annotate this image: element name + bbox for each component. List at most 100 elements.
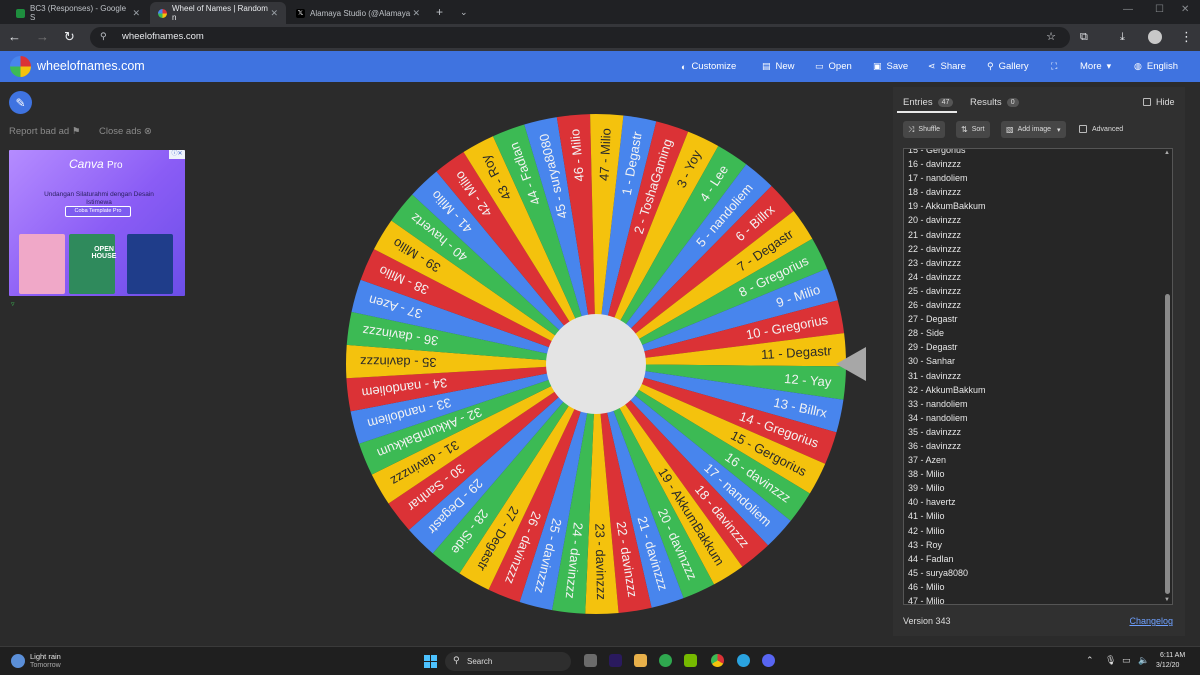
new-button[interactable]: ▤ New bbox=[762, 61, 795, 72]
browser-menu-icon[interactable]: ⋮ bbox=[1180, 29, 1193, 45]
tab-entries[interactable]: Entries 47 bbox=[903, 97, 954, 108]
telegram-icon[interactable] bbox=[737, 654, 750, 667]
entry-line: 28 - Side bbox=[908, 328, 945, 339]
site-info-icon[interactable]: ⚲ bbox=[100, 31, 107, 42]
weather-text[interactable]: Light rain bbox=[30, 652, 61, 661]
entries-list: 15 - Gergorius 16 - davinzzz 17 - nandolie… bbox=[908, 149, 1158, 605]
wheel-segment-label: 23 - davinzzz bbox=[592, 523, 609, 600]
new-tab-icon[interactable]: + bbox=[436, 4, 443, 20]
entry-line: 16 - davinzzz bbox=[908, 159, 962, 170]
download-icon[interactable]: ⤓ bbox=[1120, 29, 1125, 45]
site-header: wheelofnames.com ◐ Customize ▤ New ▭ Open ▣… bbox=[0, 51, 1200, 82]
window-close-icon[interactable]: ✕ bbox=[1181, 4, 1189, 15]
wheel[interactable]: 1 - Degastr2 - ToshaGaming3 - Yoy4 - Lee… bbox=[0, 82, 880, 646]
results-count-badge: 0 bbox=[1006, 98, 1019, 107]
entry-line: 46 - Milio bbox=[908, 581, 945, 592]
forward-icon[interactable]: → bbox=[36, 29, 49, 45]
url-text: wheelofnames.com bbox=[122, 31, 204, 42]
taskbar: Light rain Tomorrow ⚲ Search ⌃ 🎙 ▭ 🔈 6:1… bbox=[0, 646, 1200, 675]
entry-line: 26 - davinzzz bbox=[908, 300, 962, 311]
back-icon[interactable]: ← bbox=[8, 29, 21, 45]
scroll-down-icon[interactable]: ▼ bbox=[1164, 597, 1170, 603]
entry-line: 17 - nandoliem bbox=[908, 173, 968, 184]
minimize-icon[interactable]: — bbox=[1123, 4, 1133, 15]
close-icon[interactable]: ✕ bbox=[270, 8, 278, 19]
chrome-icon[interactable] bbox=[711, 654, 724, 667]
close-icon[interactable]: ✕ bbox=[132, 8, 140, 19]
start-icon[interactable] bbox=[424, 655, 437, 668]
language-button[interactable]: ◍ English bbox=[1134, 61, 1178, 72]
tray-chevron-icon[interactable]: ⌃ bbox=[1086, 655, 1094, 666]
clock-time[interactable]: 6:11 AM bbox=[1160, 652, 1185, 659]
display-icon[interactable]: ▭ bbox=[1122, 655, 1131, 666]
site-title[interactable]: wheelofnames.com bbox=[37, 59, 145, 73]
fullscreen-icon: ⛶ bbox=[1051, 61, 1058, 71]
save-button[interactable]: ▣ Save bbox=[873, 61, 908, 72]
gallery-button[interactable]: ⚲ Gallery bbox=[987, 61, 1029, 72]
entry-line: 44 - Fadlan bbox=[908, 553, 954, 564]
reload-icon[interactable]: ↻ bbox=[64, 29, 75, 45]
tab-wheel-of-names[interactable]: Wheel of Names | Random n ✕ bbox=[150, 2, 286, 24]
customize-button[interactable]: ◐ Customize bbox=[681, 61, 736, 72]
discord-icon[interactable] bbox=[762, 654, 775, 667]
bookmark-star-icon[interactable]: ☆ bbox=[1046, 30, 1056, 43]
file-icon: ▤ bbox=[762, 61, 771, 71]
entry-line: 34 - nandoliem bbox=[908, 412, 968, 423]
tab-google-sheets[interactable]: BC3 (Responses) - Google S ✕ bbox=[8, 2, 148, 24]
save-icon: ▣ bbox=[873, 61, 882, 71]
address-bar[interactable]: ⚲ wheelofnames.com ☆ bbox=[90, 27, 1070, 48]
wheel-icon bbox=[158, 8, 167, 18]
version-label: Version 343 bbox=[903, 616, 951, 626]
palette-icon: ◐ bbox=[681, 61, 687, 72]
tab-results[interactable]: Results 0 bbox=[970, 97, 1019, 108]
changelog-link[interactable]: Changelog bbox=[1129, 616, 1173, 626]
x-icon: 𝕏 bbox=[296, 8, 305, 18]
nvidia-icon[interactable] bbox=[684, 654, 697, 667]
wheel-pointer bbox=[836, 347, 866, 381]
taskbar-search[interactable]: ⚲ Search bbox=[445, 652, 571, 671]
volume-icon[interactable]: 🔈 bbox=[1138, 655, 1149, 666]
share-button[interactable]: ⋖ Share bbox=[928, 61, 966, 72]
profile-avatar[interactable] bbox=[1148, 30, 1162, 44]
entry-line: 23 - davinzzz bbox=[908, 257, 962, 268]
tab-alamaya-studio[interactable]: 𝕏 Alamaya Studio (@Alamaya ✕ bbox=[288, 2, 428, 24]
wheel-center-button[interactable] bbox=[546, 314, 646, 414]
premiere-icon[interactable] bbox=[609, 654, 622, 667]
checkbox-icon bbox=[1079, 125, 1087, 133]
close-icon[interactable]: ✕ bbox=[412, 8, 420, 19]
entry-line: 31 - davinzzz bbox=[908, 370, 962, 381]
entries-textarea[interactable]: 15 - Gergorius 16 - davinzzz 17 - nandolie… bbox=[903, 148, 1173, 605]
folder-icon: ▭ bbox=[815, 61, 824, 71]
microphone-icon[interactable]: 🎙 bbox=[1105, 655, 1116, 666]
entry-line: 18 - davinzzz bbox=[908, 187, 962, 198]
tab-title: BC3 (Responses) - Google S bbox=[30, 4, 127, 22]
scroll-up-icon[interactable]: ▲ bbox=[1164, 150, 1170, 156]
shuffle-icon: ⤨ bbox=[908, 124, 915, 134]
tab-list-chevron-icon[interactable]: ⌄ bbox=[460, 4, 468, 20]
more-button[interactable]: More ▾ bbox=[1080, 61, 1116, 72]
entry-line: 47 - Milio bbox=[908, 596, 945, 605]
add-image-button[interactable]: ▧ Add image ▾ bbox=[1001, 121, 1066, 138]
fullscreen-button[interactable]: ⛶ bbox=[1051, 61, 1062, 72]
clock-date[interactable]: 3/12/20 bbox=[1156, 662, 1179, 669]
logo-icon[interactable] bbox=[10, 56, 31, 77]
entry-line: 20 - davinzzz bbox=[908, 215, 962, 226]
sort-button[interactable]: ⇅ Sort bbox=[956, 121, 990, 138]
scrollbar-thumb[interactable] bbox=[1165, 294, 1170, 594]
tab-title: Wheel of Names | Random n bbox=[172, 4, 268, 22]
task-view-icon[interactable] bbox=[584, 654, 597, 667]
xbox-icon[interactable] bbox=[659, 654, 672, 667]
file-explorer-icon[interactable] bbox=[634, 654, 647, 667]
extensions-icon[interactable]: ⧉ bbox=[1080, 29, 1088, 45]
entry-line: 45 - surya8080 bbox=[908, 567, 969, 578]
hide-checkbox[interactable]: Hide bbox=[1143, 97, 1175, 107]
advanced-checkbox[interactable]: Advanced bbox=[1079, 125, 1123, 133]
shuffle-button[interactable]: ⤨ Shuffle bbox=[903, 121, 946, 138]
entry-line: 27 - Degastr bbox=[908, 314, 958, 325]
browser-tab-strip: BC3 (Responses) - Google S ✕ Wheel of Na… bbox=[0, 0, 1200, 24]
entry-line: 39 - Milio bbox=[908, 483, 945, 494]
weather-icon[interactable] bbox=[11, 654, 25, 668]
open-button[interactable]: ▭ Open bbox=[815, 61, 852, 72]
entry-line: 40 - havertz bbox=[908, 497, 956, 508]
maximize-icon[interactable]: ☐ bbox=[1155, 4, 1164, 15]
